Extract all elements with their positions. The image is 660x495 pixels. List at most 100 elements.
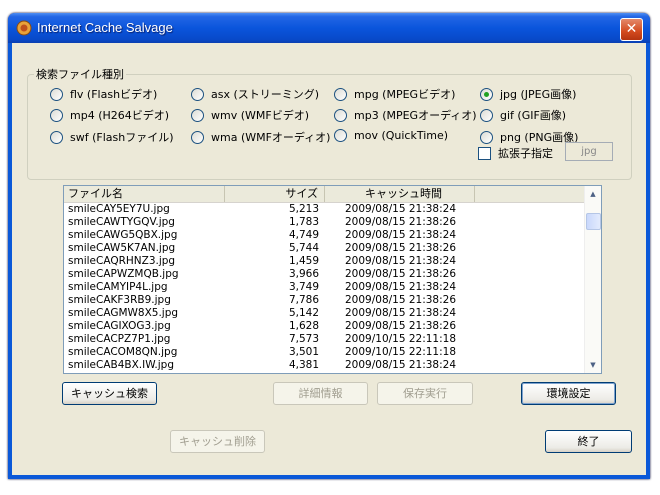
ext-specify-checkbox[interactable]: 拡張子指定 [478, 145, 553, 161]
radio-dot[interactable] [50, 108, 63, 122]
radio-dot[interactable] [50, 87, 63, 101]
app-window: Internet Cache Salvage ✕ 検索ファイル種別 flv (F… [8, 13, 650, 479]
column-header-filename[interactable]: ファイル名 [64, 186, 225, 202]
filetype-radio-label: jpg (JPEG画像) [500, 88, 577, 101]
filetype-radio[interactable]: png (PNG画像) [480, 129, 578, 145]
table-row[interactable]: smileCAKF3RB9.jpg 7,786 2009/08/15 21:38:2… [64, 294, 584, 307]
save-button[interactable]: 保存実行 [377, 382, 473, 405]
filetype-radio[interactable]: mpg (MPEGビデオ) [334, 86, 455, 102]
radio-dot[interactable] [334, 108, 347, 122]
cell-size: 1,783 [288, 216, 319, 228]
radio-dot[interactable] [191, 130, 204, 144]
table-row[interactable]: smileCACOM8QN.jpg 3,501 2009/10/15 22:11:1… [64, 346, 584, 359]
checkbox-box[interactable] [478, 146, 491, 160]
filetype-radio[interactable]: mp4 (H264ビデオ) [50, 107, 169, 123]
radio-dot[interactable] [191, 87, 204, 101]
settings-button[interactable]: 環境設定 [521, 382, 616, 405]
cell-size: 5,213 [288, 203, 319, 215]
dialog-body: 検索ファイル種別 flv (Flashビデオ) mp4 (H264ビデオ) swf … [12, 43, 646, 475]
radio-dot[interactable] [480, 87, 493, 101]
radio-dot[interactable] [480, 130, 493, 144]
details-button[interactable]: 詳細情報 [273, 382, 368, 405]
cell-cache-time: 2009/10/15 22:11:18 [345, 346, 457, 358]
filetype-radio-label: mpg (MPEGビデオ) [354, 88, 456, 101]
cell-cache-time: 2009/08/15 21:38:24 [345, 307, 457, 319]
table-row[interactable]: smileCAPWZMQB.jpg 3,966 2009/08/15 21:38:2… [64, 268, 584, 281]
title-bar[interactable]: Internet Cache Salvage ✕ [8, 13, 650, 43]
filetype-radio[interactable]: asx (ストリーミング) [191, 86, 319, 102]
ext-specify-label: 拡張子指定 [498, 147, 553, 160]
filetype-radio[interactable]: swf (Flashファイル) [50, 129, 174, 145]
filetype-radio[interactable]: gif (GIF画像) [480, 107, 566, 123]
cell-cache-time: 2009/08/15 21:38:24 [345, 229, 457, 241]
table-row[interactable]: smileCAGMW8X5.jpg 5,142 2009/08/15 21:38:2… [64, 307, 584, 320]
cell-size: 3,966 [288, 268, 319, 280]
delete-cache-button[interactable]: キャッシュ削除 [170, 430, 265, 453]
cell-cache-time: 2009/08/15 21:38:26 [345, 268, 457, 280]
table-row[interactable]: smileCAWTYGQV.jpg 1,783 2009/08/15 21:38:2… [64, 216, 584, 229]
filetype-radio-label: mp3 (MPEGオーディオ) [354, 109, 477, 122]
cell-filename: smileCACPZ7P1.jpg [68, 333, 171, 345]
scroll-down-icon[interactable]: ▼ [586, 358, 600, 372]
cell-size: 4,381 [288, 359, 319, 371]
filetype-radio-label: swf (Flashファイル) [70, 131, 174, 144]
close-button[interactable]: ✕ [620, 18, 643, 41]
filetype-radio-label: wma (WMFオーディオ) [211, 131, 331, 144]
radio-dot[interactable] [334, 87, 347, 101]
column-header-cache-time[interactable]: キャッシュ時間 [325, 186, 475, 202]
scroll-thumb[interactable] [586, 213, 601, 230]
radio-dot[interactable] [334, 129, 347, 142]
search-cache-button[interactable]: キャッシュ検索 [62, 382, 157, 405]
table-row[interactable]: smileCAWG5QBX.jpg 4,749 2009/08/15 21:38:2… [64, 229, 584, 242]
filetype-radio[interactable]: mov (QuickTime) [334, 129, 448, 142]
extension-input[interactable]: jpg [565, 142, 613, 161]
table-row[interactable]: smileCAMYIP4L.jpg 3,749 2009/08/15 21:38:2… [64, 281, 584, 294]
table-row[interactable]: smileCAW5K7AN.jpg 5,744 2009/08/15 21:38:2… [64, 242, 584, 255]
cell-size: 7,786 [288, 294, 319, 306]
list-rows: smileCAY5EY7U.jpg 5,213 2009/08/15 21:38:2… [64, 203, 584, 372]
scroll-up-icon[interactable]: ▲ [586, 187, 600, 201]
vertical-scrollbar[interactable]: ▲ ▼ [584, 186, 601, 373]
filetype-radio-label: flv (Flashビデオ) [70, 88, 158, 101]
cache-file-list[interactable]: ファイル名 サイズ キャッシュ時間 smileCAY5EY7U.jpg 5,213… [63, 185, 602, 374]
radio-dot[interactable] [191, 108, 204, 122]
cell-cache-time: 2009/08/15 21:38:24 [345, 255, 457, 267]
cell-filename: smileCAQRHNZ3.jpg [68, 255, 176, 267]
column-header-size[interactable]: サイズ [225, 186, 325, 202]
filetype-radio-label: asx (ストリーミング) [211, 88, 320, 101]
cell-cache-time: 2009/08/15 21:38:26 [345, 320, 457, 332]
cell-size: 7,573 [288, 333, 319, 345]
filetype-group: 検索ファイル種別 [27, 66, 632, 180]
cell-size: 5,744 [288, 242, 319, 254]
table-row[interactable]: smileCAB4BX.IW.jpg 4,381 2009/08/15 21:38:… [64, 359, 584, 372]
cell-cache-time: 2009/08/15 21:38:24 [345, 359, 457, 371]
filetype-radio[interactable]: jpg (JPEG画像) [480, 86, 576, 102]
radio-dot[interactable] [50, 130, 63, 144]
radio-dot[interactable] [480, 108, 493, 122]
cell-filename: smileCAPWZMQB.jpg [68, 268, 179, 280]
cell-size: 4,749 [288, 229, 319, 241]
cell-filename: smileCAGIXOG3.jpg [68, 320, 171, 332]
filetype-radio[interactable]: wmv (WMFビデオ) [191, 107, 309, 123]
table-row[interactable]: smileCACPZ7P1.jpg 7,573 2009/10/15 22:11:1… [64, 333, 584, 346]
exit-button[interactable]: 終了 [545, 430, 632, 453]
table-row[interactable]: smileCAY5EY7U.jpg 5,213 2009/08/15 21:38:2… [64, 203, 584, 216]
filetype-radio-label: mp4 (H264ビデオ) [70, 109, 170, 122]
table-row[interactable]: smileCAGIXOG3.jpg 1,628 2009/08/15 21:38:2… [64, 320, 584, 333]
filetype-radio[interactable]: flv (Flashビデオ) [50, 86, 157, 102]
column-header-empty [475, 186, 584, 202]
cell-filename: smileCAWG5QBX.jpg [68, 229, 178, 241]
table-row[interactable]: smileCAQRHNZ3.jpg 1,459 2009/08/15 21:38:2… [64, 255, 584, 268]
cell-cache-time: 2009/08/15 21:38:26 [345, 294, 457, 306]
filetype-group-label: 検索ファイル種別 [36, 68, 124, 81]
cell-size: 5,142 [288, 307, 319, 319]
filetype-radio-label: wmv (WMFビデオ) [211, 109, 309, 122]
filetype-radio[interactable]: wma (WMFオーディオ) [191, 129, 330, 145]
cell-filename: smileCAWTYGQV.jpg [68, 216, 175, 228]
filetype-radio[interactable]: mp3 (MPEGオーディオ) [334, 107, 477, 123]
cell-cache-time: 2009/08/15 21:38:26 [345, 216, 457, 228]
cell-cache-time: 2009/08/15 21:38:24 [345, 203, 457, 215]
filetype-radio-label: gif (GIF画像) [500, 109, 567, 122]
list-header: ファイル名 サイズ キャッシュ時間 [64, 186, 584, 203]
cell-cache-time: 2009/08/15 21:38:26 [345, 242, 457, 254]
